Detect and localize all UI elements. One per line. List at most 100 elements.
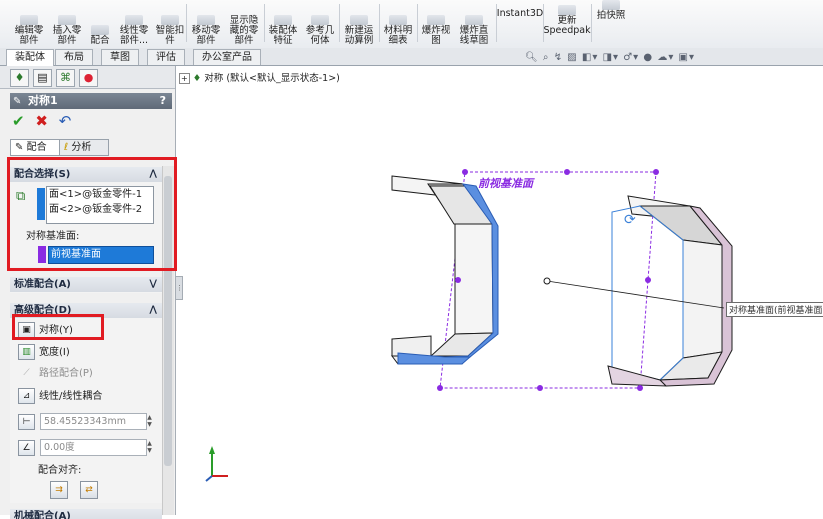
property-manager: ♦ ▤ ⌘ ● ✎ 对称1 ? ✔ ✖ ↶ ✎ 配合 ℓ 分析 配合选择(S) ⋀… <box>0 66 177 519</box>
command-manager-tabs: 装配体 布局 草图 评估 办公室产品 <box>0 48 823 66</box>
mechanical-mates-group: 机械配合(A) <box>10 509 162 519</box>
plane-origin-point[interactable] <box>543 277 551 285</box>
assembly-features-icon <box>274 15 292 25</box>
tab-layout[interactable]: 布局 <box>55 49 93 65</box>
paperclip-icon: ✎ <box>15 142 24 153</box>
property-manager-tab[interactable]: ▤ <box>33 69 52 87</box>
ribbon-separator <box>417 4 418 42</box>
reference-geometry-icon <box>311 15 329 25</box>
tab-assembly[interactable]: 装配体 <box>6 49 54 66</box>
configuration-manager-tab[interactable]: ⌘ <box>56 69 75 87</box>
view-settings-icon[interactable]: ▣▾ <box>679 52 695 63</box>
edit-component-button[interactable]: 编辑零 部件 <box>10 0 48 46</box>
undo-button[interactable]: ↶ <box>59 112 72 130</box>
anti-aligned-button[interactable]: ⇄ <box>80 481 98 499</box>
width-mate-option[interactable]: ▥ 宽度(I) <box>18 344 70 360</box>
explode-line-sketch-button[interactable]: 爆炸直 线草图 <box>454 0 494 46</box>
standard-mates-header[interactable]: 标准配合(A) ⋁ <box>10 277 162 292</box>
angle-input[interactable]: 0.00度 <box>40 439 147 456</box>
move-component-icon <box>197 15 215 25</box>
collapse-icon[interactable]: ⋀ <box>149 303 157 318</box>
highlight-symmetric-option <box>12 314 104 340</box>
display-manager-tab[interactable]: ● <box>79 69 98 87</box>
ok-cancel-row: ✔ ✖ ↶ <box>12 112 71 130</box>
section-view-icon[interactable]: ▨ <box>567 52 577 63</box>
linear-coupler-option[interactable]: ⊿ 线性/线性耦合 <box>18 388 102 404</box>
linear-pattern-button[interactable]: 线性零 部件... <box>114 0 154 46</box>
linear-pattern-icon <box>125 15 143 25</box>
command-ribbon: 编辑零 部件 插入零 部件 配合 线性零 部件... 智能扣 件 移动零 部件 … <box>0 0 823 49</box>
distance-spinner[interactable]: ▲ ▼ <box>146 414 153 429</box>
anti-aligned-icon: ⇄ <box>85 485 93 495</box>
coordinate-triad <box>205 446 228 482</box>
ribbon-separator <box>339 4 340 42</box>
bill-of-materials-button[interactable]: 材料明 细表 <box>381 0 415 46</box>
ribbon-separator <box>379 4 380 42</box>
property-sheet-icon: ▤ <box>37 71 48 84</box>
tab-evaluate[interactable]: 评估 <box>147 49 185 65</box>
width-icon: ▥ <box>18 344 35 360</box>
mate-icon <box>91 25 109 35</box>
display-manager-icon: ● <box>83 71 94 84</box>
instant3d-button[interactable]: Instant3D <box>497 0 543 46</box>
zoom-to-area-icon[interactable]: ⌕ <box>543 52 550 63</box>
previous-view-icon[interactable]: ↯ <box>554 52 563 63</box>
smart-fasteners-icon <box>161 15 179 25</box>
edit-component-icon <box>20 15 38 25</box>
aligned-icon: ⇉ <box>55 485 63 495</box>
rotate-component-icon[interactable]: ⟳ <box>624 212 636 228</box>
insert-component-button[interactable]: 插入零 部件 <box>48 0 86 46</box>
property-manager-title: ✎ 对称1 ? <box>10 93 172 109</box>
tab-office-products[interactable]: 办公室产品 <box>193 49 261 65</box>
new-motion-study-button[interactable]: 新建运 动算例 <box>341 0 377 46</box>
linear-coupler-icon: ⊿ <box>18 388 35 404</box>
path-mate-icon: ⟋ <box>23 368 30 378</box>
angle-icon: ∠ <box>18 440 35 456</box>
ok-button[interactable]: ✔ <box>12 112 25 130</box>
apply-scene-icon[interactable]: ☁▾ <box>657 52 674 63</box>
exploded-view-icon <box>427 15 445 25</box>
manager-tab-bar: ♦ ▤ ⌘ ● <box>0 66 175 89</box>
explode-line-icon <box>465 15 483 25</box>
hide-show-items-icon[interactable]: ♂▾ <box>623 52 639 63</box>
aligned-button[interactable]: ⇉ <box>50 481 68 499</box>
smart-fasteners-button[interactable]: 智能扣 件 <box>154 0 186 46</box>
graphics-viewport[interactable]: ⟳ <box>182 66 823 515</box>
display-style-icon[interactable]: ◨▾ <box>603 52 619 63</box>
path-mate-option[interactable]: ⟋ 路径配合(P) <box>18 365 93 381</box>
tab-mates[interactable]: ✎ 配合 <box>10 139 60 156</box>
update-speedpak-button[interactable]: 更新 Speedpak <box>543 0 591 46</box>
sheet-metal-part-1[interactable] <box>391 175 499 365</box>
highlight-mate-selections <box>7 157 177 271</box>
mate-alignment-label: 配合对齐: <box>38 465 82 476</box>
zoom-to-fit-icon[interactable]: 🔍︎ <box>525 52 539 63</box>
assembly-features-button[interactable]: 装配体 特征 <box>266 0 300 46</box>
angle-spinner[interactable]: ▲ ▼ <box>146 440 153 455</box>
insert-component-icon <box>58 15 76 25</box>
edit-appearance-icon[interactable]: ● <box>643 52 653 63</box>
standard-mates-group: 标准配合(A) ⋁ <box>10 277 162 293</box>
take-snapshot-button[interactable]: 拍快照 <box>593 0 629 46</box>
distance-input[interactable]: 58.45523343mm <box>40 413 147 430</box>
move-component-button[interactable]: 移动零 部件 <box>188 0 224 46</box>
exploded-view-button[interactable]: 爆炸视 图 <box>419 0 453 46</box>
show-hidden-components-button[interactable]: 显示隐 藏的零 部件 <box>226 0 262 46</box>
tab-sketch[interactable]: 草图 <box>101 49 139 65</box>
bom-icon <box>389 15 407 25</box>
reference-geometry-button[interactable]: 参考几 何体 <box>302 0 338 46</box>
help-icon[interactable]: ? <box>160 93 166 109</box>
cancel-button[interactable]: ✖ <box>35 112 48 130</box>
speedpak-icon <box>558 5 576 15</box>
ribbon-separator <box>591 4 592 42</box>
ribbon-separator <box>264 4 265 42</box>
motion-study-icon <box>350 15 368 25</box>
feature-manager-tab[interactable]: ♦ <box>10 69 29 87</box>
expand-icon[interactable]: ⋁ <box>149 277 157 292</box>
mechanical-mates-header[interactable]: 机械配合(A) <box>10 509 162 519</box>
symmetry-plane-callout[interactable]: 对称基准面(前视基准面) <box>726 302 823 317</box>
mate-icon: ✎ <box>13 96 22 107</box>
tab-analysis[interactable]: ℓ 分析 <box>59 139 109 156</box>
view-orientation-icon[interactable]: ◧▾ <box>582 52 598 63</box>
mate-button[interactable]: 配合 <box>86 0 114 46</box>
plane-name-label[interactable]: 前视基准面 <box>478 175 533 191</box>
